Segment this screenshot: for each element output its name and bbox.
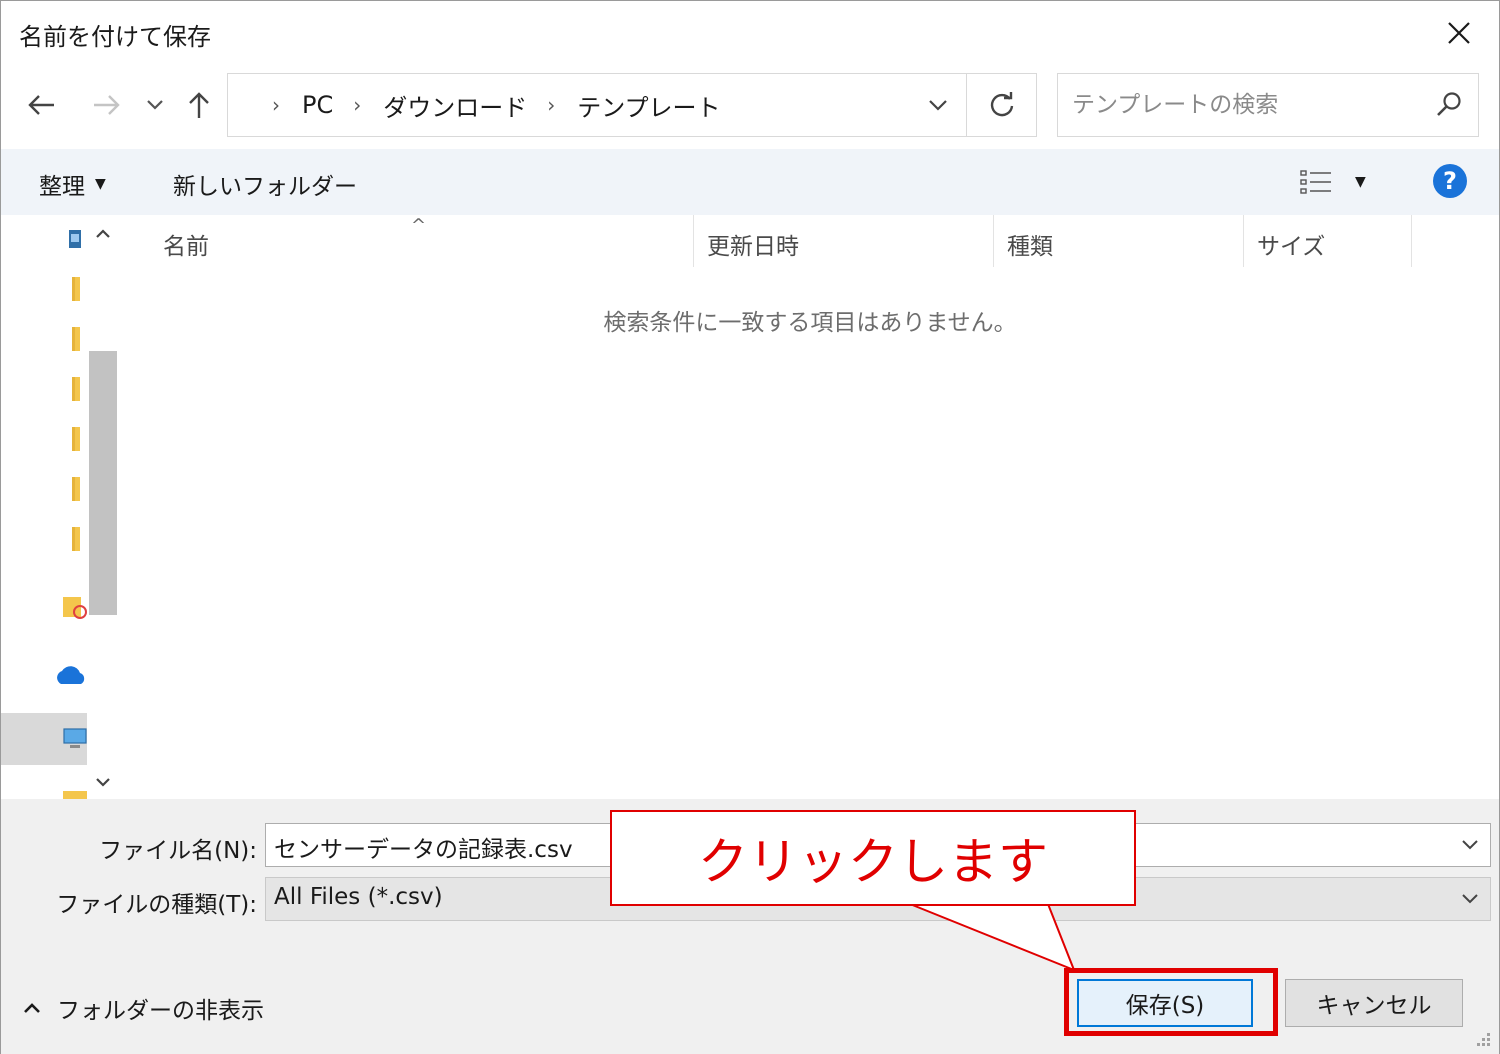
- folder-icon[interactable]: [61, 525, 89, 553]
- help-button[interactable]: ?: [1433, 164, 1467, 198]
- new-folder-label: 新しいフォルダー: [173, 174, 357, 200]
- breadcrumb-templates[interactable]: テンプレート: [577, 88, 720, 123]
- breadcrumb-downloads[interactable]: ダウンロード: [383, 88, 527, 123]
- callout-text: クリックします: [698, 833, 1048, 891]
- filetype-value: All Files (*.csv): [274, 884, 443, 910]
- chevron-right-icon: ›: [547, 93, 556, 117]
- close-icon: [1448, 22, 1470, 44]
- refresh-icon: [990, 92, 1014, 117]
- navigation-bar: › PC › ダウンロード › テンプレート: [1, 67, 1499, 149]
- question-icon: ?: [1443, 167, 1457, 195]
- shared-folder-icon[interactable]: [61, 593, 89, 621]
- column-header-size[interactable]: サイズ: [1257, 227, 1325, 261]
- organize-button[interactable]: 整理 ▼: [39, 167, 106, 201]
- chevron-down-icon[interactable]: [1460, 834, 1480, 854]
- column-separator[interactable]: [693, 215, 694, 267]
- address-history-dropdown[interactable]: [912, 74, 964, 136]
- folder-icon[interactable]: [61, 425, 89, 453]
- navigation-pane: [1, 215, 119, 799]
- column-separator[interactable]: [1243, 215, 1244, 267]
- forward-button[interactable]: [87, 85, 127, 125]
- command-toolbar: 整理 ▼ 新しいフォルダー ▼: [1, 149, 1499, 215]
- chevron-down-icon: [929, 100, 947, 111]
- chevron-right-icon: ›: [272, 93, 280, 117]
- cancel-button[interactable]: キャンセル: [1285, 979, 1463, 1027]
- scroll-down-button[interactable]: [89, 767, 117, 797]
- chevron-down-icon: [1462, 894, 1478, 904]
- breadcrumb-pc[interactable]: PC: [302, 91, 333, 119]
- chevron-down-icon: [96, 778, 110, 787]
- folder-icon[interactable]: [61, 325, 89, 353]
- search-box[interactable]: [1057, 73, 1479, 137]
- folder-icon[interactable]: [61, 375, 89, 403]
- search-input[interactable]: [1072, 74, 1422, 136]
- dialog-title: 名前を付けて保存: [19, 23, 211, 51]
- refresh-button[interactable]: [968, 74, 1036, 136]
- address-bar[interactable]: › PC › ダウンロード › テンプレート: [227, 73, 1037, 137]
- scroll-up-button[interactable]: [89, 219, 117, 249]
- recent-locations-button[interactable]: [137, 85, 173, 125]
- hide-folders-label: フォルダーの非表示: [57, 998, 264, 1024]
- folder-icon[interactable]: [61, 475, 89, 503]
- change-view-button[interactable]: ▼: [1299, 163, 1389, 201]
- column-separator[interactable]: [993, 215, 994, 267]
- title-bar: 名前を付けて保存: [1, 1, 1499, 67]
- file-list: ^ 名前 更新日時 種類 サイズ 検索条件に一致する項目はありません。: [121, 215, 1499, 799]
- column-separator[interactable]: [1411, 215, 1412, 267]
- filename-label: ファイル名(N):: [99, 838, 257, 864]
- chevron-down-icon: [147, 100, 163, 110]
- pictures-icon[interactable]: [61, 225, 89, 253]
- search-icon[interactable]: [1434, 90, 1464, 120]
- arrow-left-icon: [28, 95, 54, 115]
- hide-folders-toggle[interactable]: フォルダーの非表示: [23, 991, 264, 1025]
- resize-grip-icon[interactable]: [1473, 1029, 1493, 1049]
- organize-label: 整理: [39, 174, 85, 200]
- caret-down-icon: ▼: [95, 176, 106, 192]
- back-button[interactable]: [21, 85, 61, 125]
- filename-value[interactable]: センサーデータの記録表.csv: [274, 830, 573, 864]
- address-divider: [966, 74, 967, 136]
- filetype-label: ファイルの種類(T):: [56, 892, 257, 918]
- chevron-up-icon: [96, 229, 110, 238]
- column-header-name[interactable]: 名前: [163, 227, 209, 261]
- folder-icon[interactable]: [61, 275, 89, 303]
- column-header-modified[interactable]: 更新日時: [707, 227, 799, 261]
- caret-down-icon: ▼: [1355, 174, 1366, 190]
- up-button[interactable]: [179, 85, 219, 125]
- folder-icon[interactable]: [61, 787, 89, 799]
- details-view-icon: [1300, 170, 1331, 194]
- callout-label: クリックします: [610, 810, 1136, 906]
- close-button[interactable]: [1437, 13, 1481, 53]
- new-folder-button[interactable]: 新しいフォルダー: [173, 167, 357, 201]
- column-header-type[interactable]: 種類: [1007, 227, 1053, 261]
- empty-list-message: 検索条件に一致する項目はありません。: [603, 310, 1017, 336]
- this-pc-icon[interactable]: [61, 725, 89, 753]
- scrollbar-thumb[interactable]: [89, 351, 117, 615]
- onedrive-icon[interactable]: [53, 661, 87, 689]
- chevron-right-icon: ›: [353, 93, 362, 117]
- breadcrumb: › PC › ダウンロード › テンプレート: [272, 74, 741, 136]
- sort-ascending-icon: ^: [411, 215, 427, 236]
- chevron-up-icon: [24, 1003, 40, 1013]
- callout-highlight-frame: [1064, 968, 1278, 1036]
- arrow-up-icon: [189, 92, 209, 118]
- arrow-right-icon: [94, 95, 120, 115]
- cancel-button-label: キャンセル: [1316, 993, 1432, 1019]
